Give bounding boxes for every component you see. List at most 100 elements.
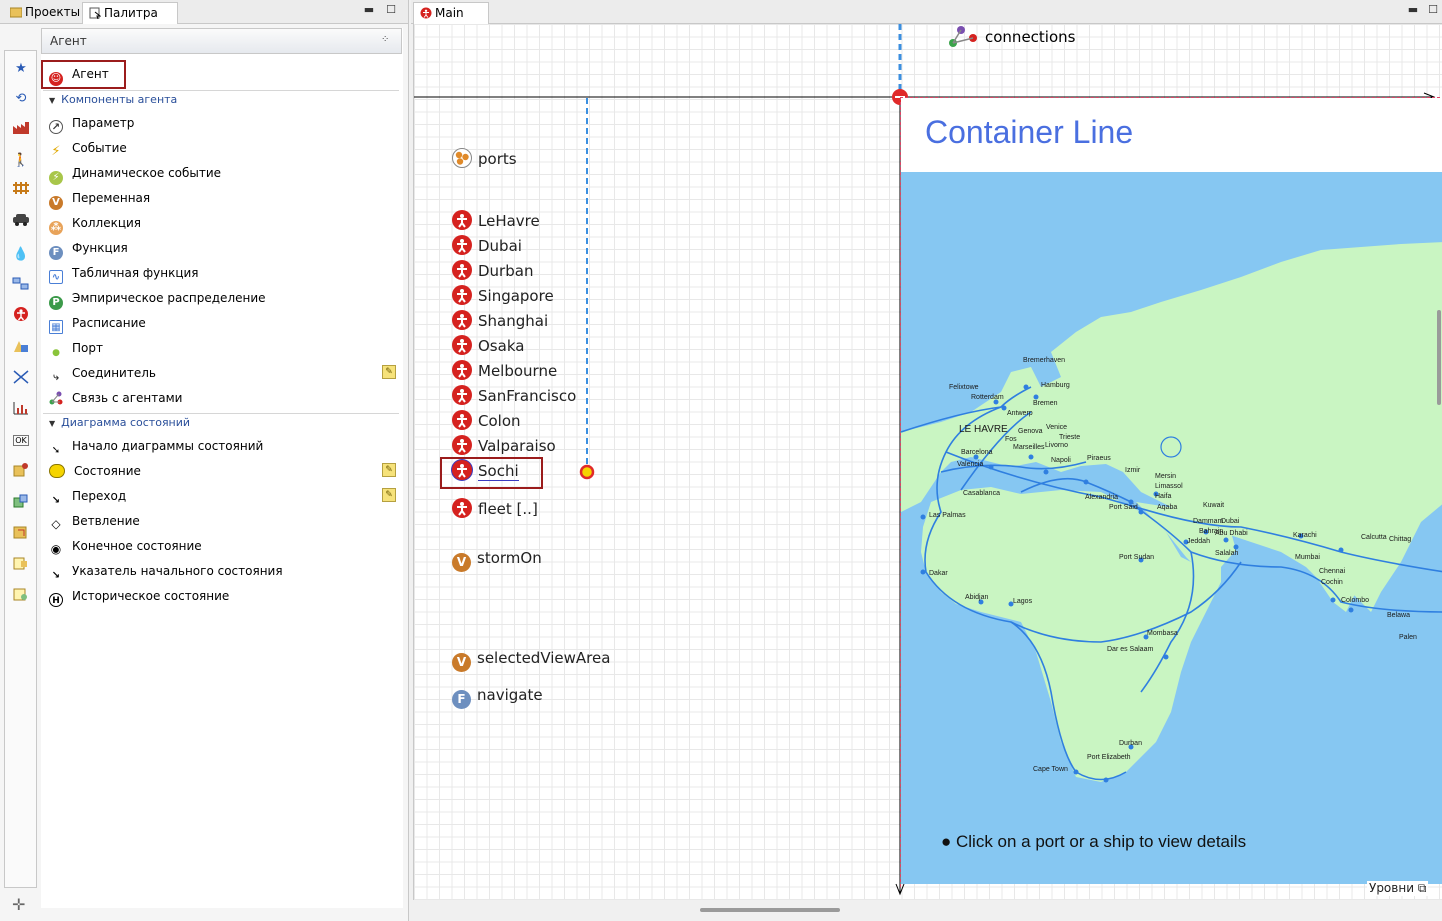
tab-palette[interactable]: Палитра ✕ [82, 2, 178, 40]
car-icon[interactable] [11, 212, 31, 232]
map-label[interactable]: Calcutta [1361, 534, 1387, 541]
map-label[interactable]: Cochin [1321, 579, 1343, 586]
process-library-icon[interactable] [11, 121, 31, 141]
map-label[interactable]: Chennai [1319, 568, 1345, 575]
navigate-function[interactable]: Fnavigate [452, 685, 543, 709]
map-label[interactable]: Piraeus [1087, 455, 1111, 462]
tab-main[interactable]: Main ✕ [413, 2, 489, 40]
maximize-icon[interactable]: ☐ [1426, 3, 1440, 17]
palette-item-function[interactable]: F Функция [49, 237, 128, 260]
map-label[interactable]: Trieste [1059, 434, 1080, 441]
graphical-editor-canvas[interactable]: connections ports LeHavre Dubai Durban Sing… [413, 24, 1442, 900]
palette-item-state[interactable]: Состояние [49, 460, 141, 482]
map-label[interactable]: Napoli [1051, 457, 1071, 464]
map-label[interactable]: Dakar [929, 570, 948, 577]
map-label[interactable]: Haifa [1155, 493, 1171, 500]
agent-melbourne[interactable]: Melbourne [452, 360, 557, 380]
palette-item-final-state[interactable]: ◉ Конечное состояние [49, 535, 202, 557]
horizontal-scrollbar[interactable] [700, 908, 840, 912]
edit-pencil-icon[interactable]: ✎ [382, 488, 396, 502]
agent-dubai[interactable]: Dubai [452, 235, 522, 255]
add-palette-icon[interactable]: ✛ [12, 895, 25, 914]
map-label[interactable]: Antwerp [1007, 410, 1033, 417]
palette-item-history-state[interactable]: H Историческое состояние [49, 585, 229, 607]
agent-singapore[interactable]: Singapore [452, 285, 554, 305]
map-label[interactable]: Mersin [1155, 473, 1176, 480]
favorites-star-icon[interactable]: ★ [11, 59, 31, 79]
agent-shanghai[interactable]: Shanghai [452, 310, 548, 330]
map-label[interactable]: Alexandria [1085, 494, 1118, 501]
agent-durban[interactable]: Durban [452, 260, 533, 280]
ports-collection[interactable]: ports [452, 148, 517, 168]
map-label[interactable]: Rotterdam [971, 394, 1004, 401]
map-label[interactable]: Lagos [1013, 598, 1032, 605]
agent-sanfrancisco[interactable]: SanFrancisco [452, 385, 576, 405]
section-agent-components[interactable]: ▼ Компоненты агента [43, 90, 399, 108]
view-menu-icon[interactable]: ⁘ [381, 34, 393, 46]
map-label[interactable]: Jeddah [1187, 538, 1210, 545]
map-label[interactable]: Kuwait [1203, 502, 1224, 509]
map-label[interactable]: Durban [1119, 740, 1142, 747]
map-label[interactable]: Las Palmas [929, 512, 966, 519]
space-markup-icon[interactable] [11, 369, 31, 389]
map-label[interactable]: Casablanca [963, 490, 1000, 497]
edit-pencil-icon[interactable]: ✎ [382, 365, 396, 379]
map-label[interactable]: Marseilles [1013, 444, 1045, 451]
map-label[interactable]: Bremen [1033, 400, 1058, 407]
map-label[interactable]: Dar es Salaam [1107, 646, 1153, 653]
map-label[interactable]: Barcelona [961, 449, 993, 456]
map-label[interactable]: Fos [1005, 436, 1017, 443]
map-label[interactable]: Cape Town [1033, 766, 1068, 773]
palette-item-collection[interactable]: ⁂ Коллекция [49, 212, 141, 235]
palette-item-agent-link[interactable]: Связь с агентами [49, 387, 182, 409]
map-label[interactable]: Port Said [1109, 504, 1138, 511]
fluid-drop-icon[interactable]: 💧 [11, 245, 31, 265]
map-label[interactable]: Genova [1018, 428, 1043, 435]
vertical-scrollbar[interactable] [1437, 310, 1441, 405]
palette-item-event[interactable]: ⚡ Событие [49, 137, 126, 159]
minimize-icon[interactable]: ▬ [1406, 3, 1420, 17]
palette-item-table-function[interactable]: ∿ Табличная функция [49, 262, 199, 284]
map-label[interactable]: Valencia [957, 461, 983, 468]
map-label[interactable]: Abu Dhabi [1215, 530, 1248, 537]
palette-item-statechart-entry[interactable]: ➘ Начало диаграммы состояний [49, 435, 264, 457]
tab-projects[interactable]: Проекты [4, 2, 86, 24]
edit-pencil-icon[interactable]: ✎ [382, 463, 396, 477]
section-statechart[interactable]: ▼ Диаграмма состояний [43, 413, 399, 431]
palette-item-connector[interactable]: ⤷ Соединитель [49, 362, 156, 384]
map-label[interactable]: Port Sudan [1119, 554, 1154, 561]
selectedviewarea-variable[interactable]: VselectedViewArea [452, 648, 610, 672]
map-label[interactable]: Chittag [1389, 536, 1411, 543]
levels-button[interactable]: Уровни ⧉ [1367, 881, 1429, 896]
map-label[interactable]: Dubai [1221, 518, 1239, 525]
agent-colon[interactable]: Colon [452, 410, 521, 430]
markup-library-icon[interactable] [11, 524, 31, 544]
map-label[interactable]: Hamburg [1041, 382, 1070, 389]
connectivity-icon[interactable] [11, 555, 31, 575]
palette-item-initial-pointer[interactable]: ↘ Указатель начального состояния [49, 560, 283, 582]
3d-objects-icon[interactable] [11, 493, 31, 513]
controls-icon[interactable]: OK [11, 431, 31, 451]
palette-item-transition[interactable]: ↘ Переход [49, 485, 126, 507]
agent-osaka[interactable]: Osaka [452, 335, 524, 355]
map-label[interactable]: Belawa [1387, 612, 1410, 619]
stormon-variable[interactable]: VstormOn [452, 548, 542, 572]
minimize-icon[interactable]: ▬ [362, 3, 376, 17]
map-label[interactable]: Bremerhaven [1023, 357, 1065, 364]
shipping-map[interactable]: Bremerhaven Hamburg Felixtowe Rotterdam Brem… [901, 172, 1442, 884]
agent-lehavre[interactable]: LeHavre [452, 210, 540, 230]
analysis-chart-icon[interactable] [11, 400, 31, 420]
map-label[interactable]: Palen [1399, 634, 1417, 641]
palette-item-variable[interactable]: V Переменная [49, 187, 150, 210]
map-label[interactable]: Karachi [1293, 532, 1317, 539]
system-dynamics-icon[interactable] [11, 275, 31, 295]
rail-icon[interactable] [11, 181, 31, 201]
map-label[interactable]: Colombo [1341, 597, 1369, 604]
agent-valparaiso[interactable]: Valparaiso [452, 435, 556, 455]
palette-item-dynamic-event[interactable]: ⚡ Динамическое событие [49, 162, 221, 185]
map-label[interactable]: Mumbai [1295, 554, 1320, 561]
maximize-icon[interactable]: ☐ [384, 3, 398, 17]
palette-item-schedule[interactable]: ▦ Расписание [49, 312, 146, 334]
palette-item-parameter[interactable]: ↗ Параметр [49, 112, 134, 134]
map-label[interactable]: Abidjan [965, 594, 988, 601]
